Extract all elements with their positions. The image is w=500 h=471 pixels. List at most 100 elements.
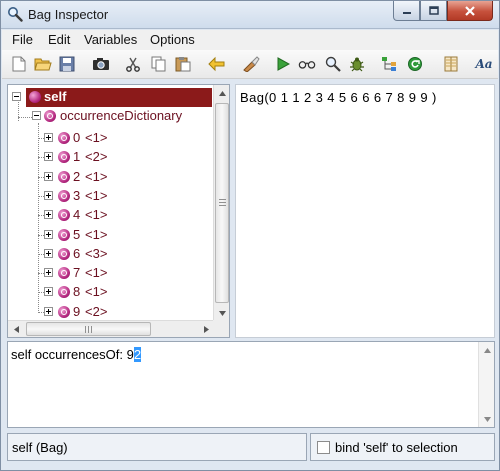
refresh-icon[interactable] — [406, 55, 424, 73]
value-text: Bag(0 1 1 2 3 4 5 6 6 6 7 8 9 9 ) — [240, 90, 437, 105]
expand-icon[interactable] — [44, 268, 53, 278]
menu-edit[interactable]: Edit — [48, 32, 70, 47]
tree-item[interactable]: 0 <1> — [8, 129, 214, 148]
code-pane[interactable]: self occurrencesOf: 92 — [7, 341, 495, 428]
association-icon — [58, 209, 70, 222]
run-icon[interactable] — [274, 55, 292, 73]
tree-vertical-scrollbar[interactable] — [213, 85, 229, 321]
tree-item-value: <1> — [85, 226, 108, 242]
tree-node-occurrence-dictionary[interactable]: occurrenceDictionary — [8, 107, 214, 126]
open-folder-icon[interactable] — [34, 55, 52, 73]
tree-item-key: 3 — [73, 187, 81, 203]
menu-bar: File Edit Variables Options — [2, 30, 498, 50]
collapse-icon[interactable] — [32, 111, 41, 120]
title-bar[interactable]: Bag Inspector — [1, 1, 499, 29]
association-icon — [58, 228, 70, 241]
scroll-right-arrow-icon[interactable] — [198, 321, 214, 337]
scroll-down-arrow-icon[interactable] — [479, 411, 495, 427]
copy-icon[interactable] — [150, 55, 168, 73]
maximize-button[interactable] — [420, 1, 447, 21]
scroll-up-arrow-icon[interactable] — [479, 342, 495, 358]
inspect-icon[interactable] — [242, 55, 260, 73]
tree-vertical-scroll-thumb[interactable] — [215, 103, 229, 303]
debug-bug-icon[interactable] — [348, 55, 366, 73]
back-arrow-icon[interactable] — [208, 55, 226, 73]
tree-item-value: <1> — [85, 207, 108, 223]
tree-item-key: 7 — [73, 265, 81, 281]
tree-item-key: 5 — [73, 226, 81, 242]
bind-self-checkbox[interactable] — [317, 441, 330, 454]
association-icon — [58, 189, 70, 202]
tree-item[interactable]: 3 <1> — [8, 187, 214, 206]
bind-self-checkbox-label[interactable]: bind 'self' to selection — [335, 440, 458, 455]
font-icon[interactable]: Aa — [472, 55, 496, 73]
tree-icon[interactable] — [380, 55, 398, 73]
code-text[interactable]: self occurrencesOf: 92 — [11, 347, 142, 362]
tree-item[interactable]: 9 <2> — [8, 303, 214, 321]
menu-file[interactable]: File — [12, 32, 33, 47]
expand-icon[interactable] — [44, 133, 53, 142]
expand-icon[interactable] — [44, 229, 53, 239]
tree-node-label: occurrenceDictionary — [60, 108, 183, 123]
value-pane[interactable]: Bag(0 1 1 2 3 4 5 6 6 6 7 8 9 9 ) — [235, 84, 495, 338]
tree-item-value: <1> — [85, 187, 108, 203]
tree-item[interactable]: 5 <1> — [8, 226, 214, 245]
save-icon[interactable] — [58, 55, 76, 73]
code-selection: 2 — [133, 347, 142, 362]
close-icon — [465, 5, 475, 16]
tree-item[interactable]: 1 <2> — [8, 148, 214, 167]
search-icon[interactable] — [324, 55, 342, 73]
tree-horizontal-scrollbar[interactable] — [8, 320, 214, 337]
scroll-left-arrow-icon[interactable] — [8, 321, 24, 337]
menu-variables[interactable]: Variables — [84, 32, 137, 47]
tree-pane[interactable]: self occurrenceDictionary 0 <1> 1 <2> 2 <1> 3 <… — [7, 84, 230, 338]
status-bar: self (Bag) bind 'self' to selection — [7, 433, 495, 461]
tree-item-key: 2 — [73, 168, 81, 184]
tree-item-key: 1 — [73, 149, 81, 165]
association-icon — [58, 305, 70, 318]
close-button[interactable] — [447, 1, 493, 21]
tree-item-key: 9 — [73, 303, 81, 319]
expand-icon[interactable] — [44, 190, 53, 200]
expand-icon[interactable] — [44, 171, 53, 181]
menu-options[interactable]: Options — [150, 32, 195, 47]
tree-horizontal-scroll-thumb[interactable] — [26, 322, 151, 336]
tree-item[interactable]: 7 <1> — [8, 264, 214, 283]
glasses-icon[interactable] — [298, 55, 316, 73]
tree-node-label: self — [44, 89, 67, 104]
new-document-icon[interactable] — [10, 55, 28, 73]
tree-item[interactable]: 8 <1> — [8, 283, 214, 302]
status-right-panel: bind 'self' to selection — [310, 433, 495, 461]
scroll-corner — [213, 320, 229, 337]
expand-icon[interactable] — [44, 152, 53, 162]
cut-icon[interactable] — [124, 55, 142, 73]
association-icon — [58, 132, 70, 144]
tree-item-key: 0 — [73, 130, 81, 145]
collapse-icon[interactable] — [12, 92, 21, 101]
tree-item[interactable]: 2 <1> — [8, 168, 214, 187]
tree-item[interactable]: 4 <1> — [8, 206, 214, 225]
camera-icon[interactable] — [92, 55, 110, 73]
maximize-icon — [428, 5, 439, 15]
window-title: Bag Inspector — [28, 7, 109, 22]
minimize-button[interactable] — [393, 1, 420, 21]
expand-icon[interactable] — [44, 287, 53, 297]
scroll-down-arrow-icon[interactable] — [214, 305, 230, 321]
association-icon — [58, 170, 70, 183]
tree-item-key: 6 — [73, 245, 81, 261]
object-icon — [29, 91, 41, 103]
tree-item-value: <1> — [85, 130, 108, 145]
magnifier-app-icon — [8, 7, 23, 22]
paste-icon[interactable] — [174, 55, 192, 73]
columns-icon[interactable] — [442, 55, 460, 73]
expand-icon[interactable] — [44, 210, 53, 220]
tree-item-value: <3> — [85, 245, 108, 261]
tree-item[interactable]: 6 <3> — [8, 245, 214, 264]
code-vertical-scrollbar[interactable] — [478, 342, 494, 427]
expand-icon[interactable] — [44, 306, 53, 316]
scroll-up-arrow-icon[interactable] — [214, 85, 230, 101]
code-prefix: self occurrencesOf: 9 — [11, 347, 134, 362]
expand-icon[interactable] — [44, 248, 53, 258]
association-icon — [58, 247, 70, 260]
association-icon — [58, 151, 70, 164]
